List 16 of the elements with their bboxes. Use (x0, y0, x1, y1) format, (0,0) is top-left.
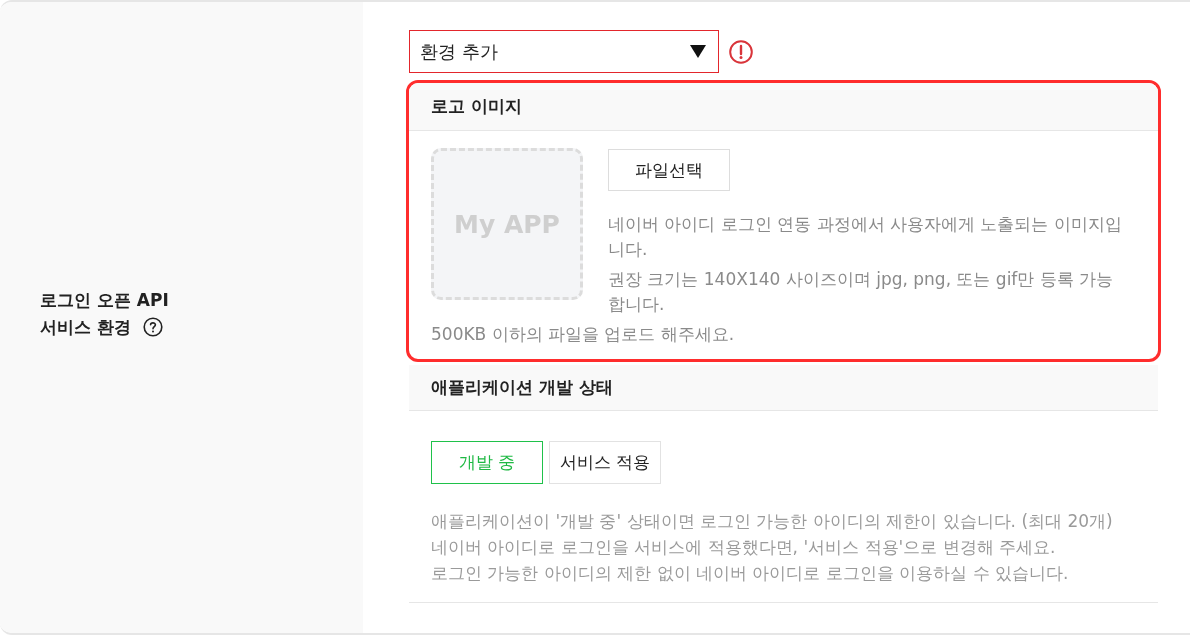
status-option-button[interactable]: 서비스 적용 (549, 441, 661, 484)
section-title: 로고 이미지 (431, 95, 522, 118)
setting-label: 로그인 오픈 API (40, 288, 169, 312)
section-title: 애플리케이션 개발 상태 (431, 376, 613, 399)
description-text: 네이버 아이디 로그인 연동 과정에서 사용자에게 노출되는 이미지입니다. (608, 213, 1123, 261)
description-text: 권장 크기는 140X140 사이즈이며 jpg, png, 또는 gif만 등록 가능합니다. (608, 268, 1115, 316)
status-note: 애플리케이션이 '개발 중' 상태이면 로그인 가능한 아이디의 제한이 있습니다. (최대 20개) (431, 510, 1114, 533)
environment-select[interactable]: 환경 추가 (409, 30, 719, 73)
status-note: 네이버 아이디로 로그인을 서비스에 적용했다면, '서비스 적용'으로 변경해 주세요. (431, 536, 1057, 559)
file-select-button[interactable]: 파일선택 (608, 149, 730, 191)
status-note: 로그인 가능한 아이디의 제한 없이 네이버 아이디로 로그인을 이용하실 수 있습니다. (431, 562, 1070, 585)
setting-label: 서비스 환경 (40, 315, 131, 339)
help-icon[interactable] (142, 317, 163, 337)
alert-icon (729, 39, 753, 64)
file-size-note: 500KB 이하의 파일을 업로드 해주세요. (431, 323, 736, 346)
caret-icon (690, 45, 706, 58)
